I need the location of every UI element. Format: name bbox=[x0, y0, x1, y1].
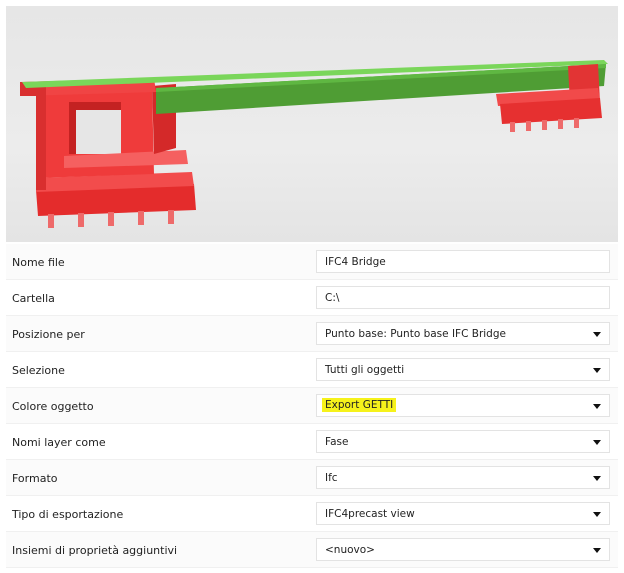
selection-select[interactable]: Tutti gli oggetti bbox=[316, 358, 610, 381]
property-value: C:\ bbox=[325, 292, 340, 304]
property-row-insiemi-proprieta: Insiemi di proprietà aggiuntivi <nuovo> bbox=[6, 532, 618, 568]
property-label: Insiemi di proprietà aggiuntivi bbox=[12, 544, 178, 557]
property-label: Tipo di esportazione bbox=[12, 508, 124, 521]
property-label: Colore oggetto bbox=[12, 400, 94, 413]
dropdown-arrow-icon[interactable] bbox=[593, 476, 601, 481]
property-row-tipo-esportazione: Tipo di esportazione IFC4precast view bbox=[6, 496, 618, 532]
dropdown-arrow-icon[interactable] bbox=[593, 332, 601, 337]
property-row-formato: Formato Ifc bbox=[6, 460, 618, 496]
property-row-cartella: Cartella C:\ bbox=[6, 280, 618, 316]
property-value: <nuovo> bbox=[325, 544, 375, 556]
property-row-nome-file: Nome file IFC4 Bridge bbox=[6, 244, 618, 280]
property-label: Nomi layer come bbox=[12, 436, 106, 449]
format-select[interactable]: Ifc bbox=[316, 466, 610, 489]
export-properties-panel: Nome file IFC4 Bridge Cartella C:\ Posiz… bbox=[6, 244, 618, 568]
property-sets-select[interactable]: <nuovo> bbox=[316, 538, 610, 561]
property-label: Formato bbox=[12, 472, 58, 485]
property-label: Nome file bbox=[12, 256, 65, 269]
dropdown-arrow-icon[interactable] bbox=[593, 548, 601, 553]
folder-input[interactable]: C:\ bbox=[316, 286, 610, 309]
filename-input[interactable]: IFC4 Bridge bbox=[316, 250, 610, 273]
property-label: Posizione per bbox=[12, 328, 85, 341]
property-row-posizione-per: Posizione per Punto base: Punto base IFC… bbox=[6, 316, 618, 352]
property-value: Punto base: Punto base IFC Bridge bbox=[325, 328, 506, 340]
dropdown-arrow-icon[interactable] bbox=[593, 440, 601, 445]
dropdown-arrow-icon[interactable] bbox=[593, 368, 601, 373]
layer-names-select[interactable]: Fase bbox=[316, 430, 610, 453]
dropdown-arrow-icon[interactable] bbox=[593, 512, 601, 517]
property-row-selezione: Selezione Tutti gli oggetti bbox=[6, 352, 618, 388]
property-value: Ifc bbox=[325, 472, 338, 484]
dropdown-arrow-icon[interactable] bbox=[593, 404, 601, 409]
property-label: Selezione bbox=[12, 364, 65, 377]
property-row-colore-oggetto: Colore oggetto Export GETTI bbox=[6, 388, 618, 424]
property-value: Fase bbox=[325, 436, 349, 448]
export-type-select[interactable]: IFC4precast view bbox=[316, 502, 610, 525]
position-select[interactable]: Punto base: Punto base IFC Bridge bbox=[316, 322, 610, 345]
property-value: IFC4precast view bbox=[325, 508, 415, 520]
bridge-model-illustration bbox=[20, 60, 608, 228]
model-3d-viewport[interactable] bbox=[6, 6, 618, 242]
property-value-highlighted: Export GETTI bbox=[322, 398, 397, 412]
property-row-nomi-layer: Nomi layer come Fase bbox=[6, 424, 618, 460]
property-value: Tutti gli oggetti bbox=[325, 364, 405, 376]
property-value: IFC4 Bridge bbox=[325, 256, 386, 268]
property-label: Cartella bbox=[12, 292, 55, 305]
object-color-select[interactable]: Export GETTI bbox=[316, 394, 610, 417]
